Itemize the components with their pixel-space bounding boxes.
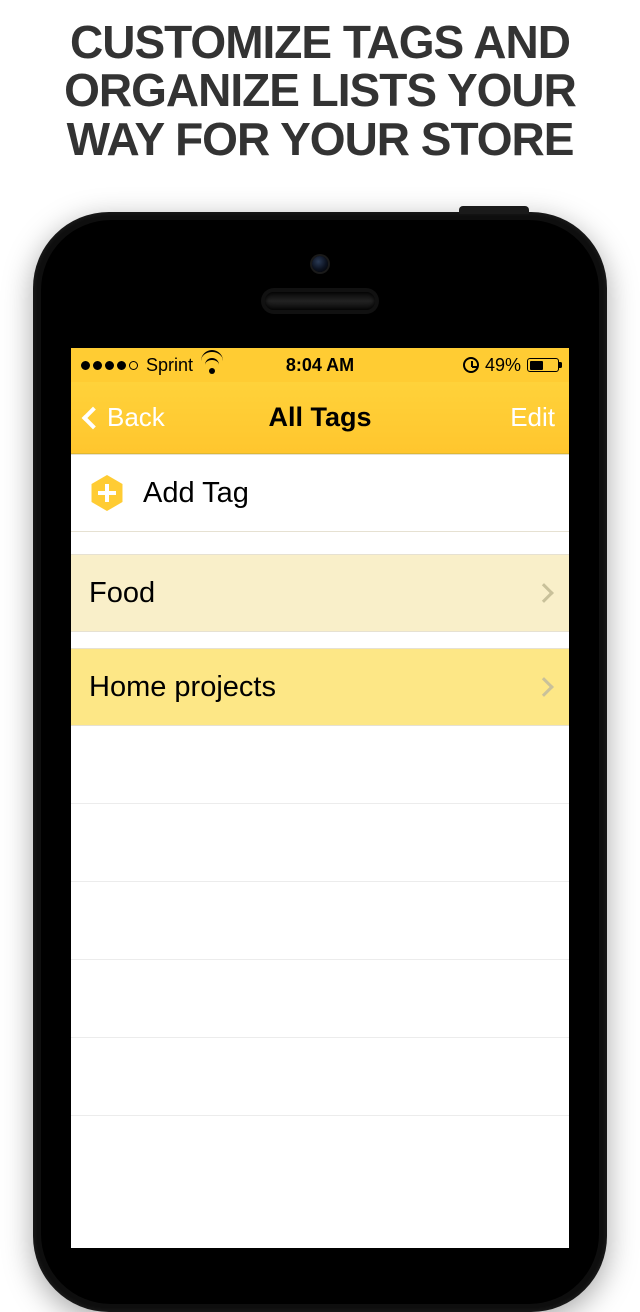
chevron-left-icon <box>82 406 105 429</box>
battery-percent-label: 49% <box>485 355 521 376</box>
alarm-icon <box>463 357 479 373</box>
front-camera <box>312 256 328 272</box>
add-tag-label: Add Tag <box>143 477 249 510</box>
plus-hexagon-icon <box>89 475 125 511</box>
back-label: Back <box>107 402 165 433</box>
tag-label: Home projects <box>89 671 276 704</box>
add-tag-button[interactable]: Add Tag <box>71 454 569 532</box>
empty-row <box>71 804 569 882</box>
phone-bezel: Sprint 8:04 AM 49% Back All T <box>41 220 599 1304</box>
tag-label: Food <box>89 577 155 610</box>
tag-list: Add Tag Food Home projects <box>71 454 569 1116</box>
tag-row[interactable]: Home projects <box>71 648 569 726</box>
chevron-right-icon <box>534 677 554 697</box>
status-bar: Sprint 8:04 AM 49% <box>71 348 569 382</box>
empty-row <box>71 1038 569 1116</box>
carrier-label: Sprint <box>146 355 193 376</box>
screen: Sprint 8:04 AM 49% Back All T <box>71 348 569 1248</box>
promo-headline: CUSTOMIZE TAGS AND ORGANIZE LISTS YOUR W… <box>0 0 640 163</box>
back-button[interactable]: Back <box>85 402 165 433</box>
signal-strength-icon <box>81 361 138 370</box>
chevron-right-icon <box>534 583 554 603</box>
power-button <box>459 206 529 214</box>
phone-frame: Sprint 8:04 AM 49% Back All T <box>33 212 607 1312</box>
empty-row <box>71 882 569 960</box>
battery-icon <box>527 358 559 372</box>
tag-row[interactable]: Food <box>71 554 569 632</box>
status-right: 49% <box>463 355 559 376</box>
earpiece-speaker <box>265 292 375 310</box>
wifi-icon <box>201 356 223 374</box>
navigation-bar: Back All Tags Edit <box>71 382 569 454</box>
empty-row <box>71 726 569 804</box>
empty-row <box>71 960 569 1038</box>
edit-button[interactable]: Edit <box>510 402 555 433</box>
status-left: Sprint <box>81 355 223 376</box>
